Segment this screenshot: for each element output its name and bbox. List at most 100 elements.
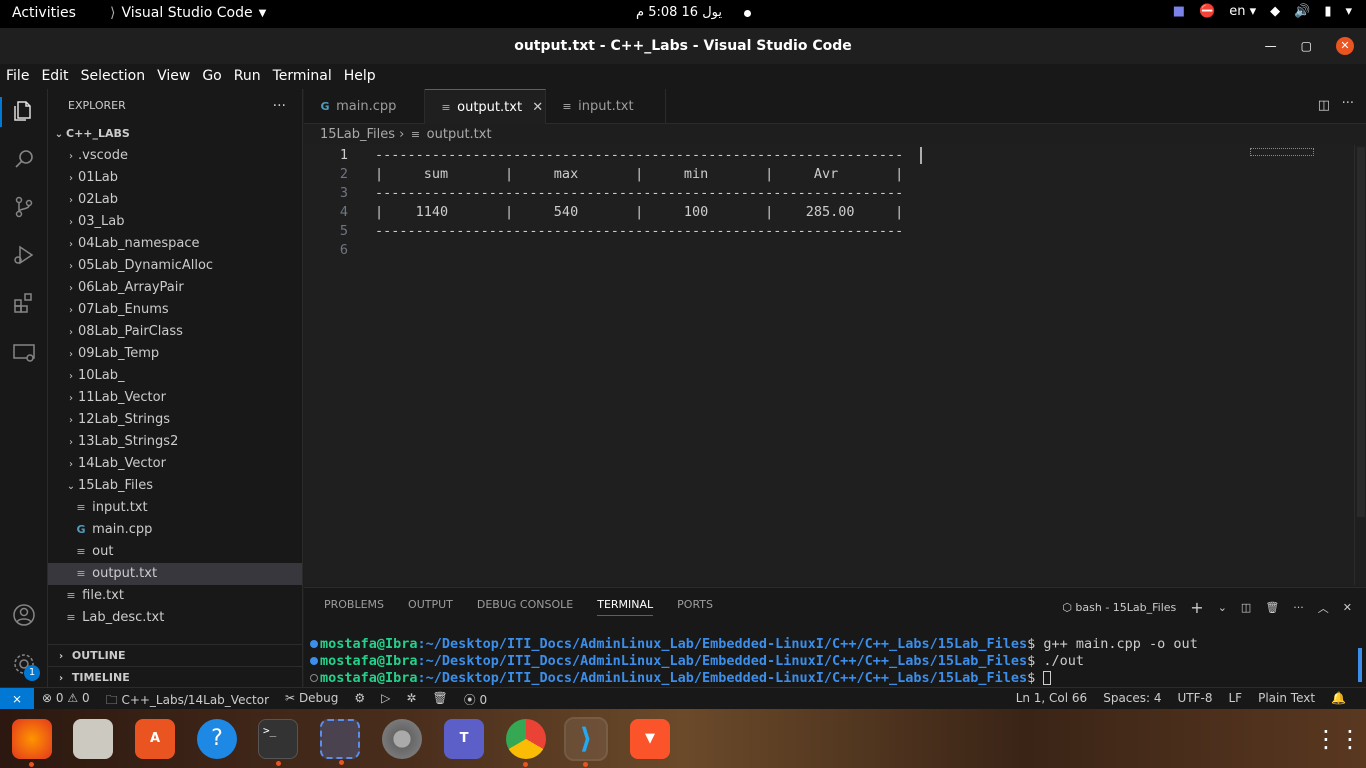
terminal-output[interactable]: mostafa@Ibra:~/Desktop/ITI_Docs/AdminLin… xyxy=(310,636,1198,687)
tab-input-txt[interactable]: ≡ input.txt xyxy=(546,89,666,124)
activities-button[interactable]: Activities xyxy=(12,5,76,21)
menu-terminal[interactable]: Terminal xyxy=(267,64,338,89)
terminal-app-icon[interactable]: >_ xyxy=(258,719,298,766)
more-actions-icon[interactable]: ··· xyxy=(273,89,286,123)
volume-icon[interactable]: 🔊 xyxy=(1294,4,1310,19)
tree-folder[interactable]: › 10Lab_ xyxy=(48,365,302,387)
close-panel-icon[interactable]: ✕ xyxy=(1343,601,1352,614)
chrome-icon[interactable] xyxy=(506,719,546,767)
search-icon[interactable] xyxy=(12,147,36,171)
source-control-icon[interactable] xyxy=(12,195,36,219)
tree-folder-15lab[interactable]: ⌄ 15Lab_Files xyxy=(48,475,302,497)
text-file-icon: ≡ xyxy=(562,100,572,113)
tree-file-output-txt[interactable]: ≡ output.txt xyxy=(48,563,302,585)
tree-folder[interactable]: › 13Lab_Strings2 xyxy=(48,431,302,453)
show-apps-icon[interactable]: ⋮⋮⋮ xyxy=(1314,719,1366,759)
remote-explorer-icon[interactable] xyxy=(12,341,36,365)
notifications-icon[interactable]: 🔔 xyxy=(1331,691,1346,705)
close-window-icon[interactable]: ✕ xyxy=(1336,37,1354,55)
menu-go[interactable]: Go xyxy=(196,64,227,89)
power-menu-icon[interactable]: ▾ xyxy=(1345,4,1352,19)
indentation[interactable]: Spaces: 4 xyxy=(1103,691,1161,705)
vscode-dock-icon[interactable]: ⟩ xyxy=(564,717,608,767)
chevron-down-icon[interactable]: ⌄ xyxy=(1218,601,1227,614)
more-actions-icon[interactable]: ··· xyxy=(1293,601,1304,614)
tab-output-txt[interactable]: ≡ output.txt ✕ xyxy=(425,89,546,124)
remote-indicator-icon[interactable]: ⨯ xyxy=(0,688,34,710)
menu-run[interactable]: Run xyxy=(228,64,267,89)
tree-folder[interactable]: › 08Lab_PairClass xyxy=(48,321,302,343)
teams-icon[interactable]: T xyxy=(444,719,484,759)
encoding[interactable]: UTF-8 xyxy=(1178,691,1213,705)
tab-main-cpp[interactable]: G main.cpp xyxy=(304,89,425,124)
breadcrumb-folder[interactable]: 15Lab_Files xyxy=(320,127,395,142)
tree-folder[interactable]: › 07Lab_Enums xyxy=(48,299,302,321)
trash-icon[interactable]: 🗑 xyxy=(1265,601,1279,614)
split-editor-icon[interactable]: ◫ xyxy=(1318,98,1330,113)
panel-tab-ports[interactable]: PORTS xyxy=(677,598,713,616)
tree-folder[interactable]: › 09Lab_Temp xyxy=(48,343,302,365)
tree-folder[interactable]: › 05Lab_DynamicAlloc xyxy=(48,255,302,277)
tree-folder[interactable]: › .vscode xyxy=(48,145,302,167)
text-editor[interactable]: 1 ---------------------------------------… xyxy=(304,145,1354,585)
close-tab-icon[interactable]: ✕ xyxy=(532,100,543,115)
editor-scrollbar[interactable] xyxy=(1354,145,1366,585)
tree-file-input-txt[interactable]: ≡ input.txt xyxy=(48,497,302,519)
battery-icon[interactable]: ▮ xyxy=(1324,4,1331,19)
app-center-icon[interactable]: A xyxy=(135,719,175,759)
explorer-icon[interactable] xyxy=(12,99,36,123)
panel-tab-debug-console[interactable]: DEBUG CONSOLE xyxy=(477,598,573,616)
help-icon[interactable]: ? xyxy=(197,719,237,759)
teams-tray-icon[interactable]: ■ xyxy=(1173,4,1185,19)
tree-folder[interactable]: › 14Lab_Vector xyxy=(48,453,302,475)
tree-folder[interactable]: › 03_Lab xyxy=(48,211,302,233)
breadcrumb-file[interactable]: output.txt xyxy=(427,127,492,142)
end-of-line[interactable]: LF xyxy=(1229,691,1243,705)
tree-folder[interactable]: › 04Lab_namespace xyxy=(48,233,302,255)
maximize-panel-icon[interactable]: ︿ xyxy=(1318,600,1329,616)
clock[interactable]: يول 16 5:08 م xyxy=(636,5,722,20)
settings-app-icon[interactable] xyxy=(382,719,422,759)
firefox-icon[interactable] xyxy=(12,719,52,767)
menu-file[interactable]: File xyxy=(0,64,35,89)
brave-icon[interactable]: ▼ xyxy=(630,719,670,759)
app-menu[interactable]: ⟩ Visual Studio Code ▼ xyxy=(110,5,266,21)
language-mode[interactable]: Plain Text xyxy=(1258,691,1315,705)
tree-folder[interactable]: › 02Lab xyxy=(48,189,302,211)
extensions-icon[interactable] xyxy=(12,291,36,315)
menu-help[interactable]: Help xyxy=(338,64,382,89)
menu-view[interactable]: View xyxy=(151,64,196,89)
terminal-scrollbar[interactable] xyxy=(1358,648,1362,682)
split-terminal-icon[interactable]: ◫ xyxy=(1241,601,1251,614)
screenshot-icon[interactable] xyxy=(320,719,360,765)
maximize-icon[interactable]: ▢ xyxy=(1301,28,1312,64)
outline-section[interactable]: › OUTLINE xyxy=(48,644,303,666)
new-terminal-icon[interactable]: + xyxy=(1190,598,1203,617)
account-icon[interactable] xyxy=(12,603,36,627)
menu-edit[interactable]: Edit xyxy=(35,64,74,89)
do-not-disturb-icon[interactable]: ⛔ xyxy=(1199,4,1215,19)
tree-file-file-txt[interactable]: ≡ file.txt xyxy=(48,585,302,607)
tree-folder[interactable]: › 11Lab_Vector xyxy=(48,387,302,409)
panel-tab-problems[interactable]: PROBLEMS xyxy=(324,598,384,616)
files-icon[interactable] xyxy=(73,719,113,759)
tree-folder[interactable]: › 06Lab_ArrayPair xyxy=(48,277,302,299)
more-actions-icon[interactable]: ··· xyxy=(1342,96,1354,111)
minimap[interactable] xyxy=(1250,148,1314,156)
tree-file-lab-desc[interactable]: ≡ Lab_desc.txt xyxy=(48,607,302,629)
workspace-root[interactable]: ⌄ C++_LABS xyxy=(48,123,302,145)
cursor-position[interactable]: Ln 1, Col 66 xyxy=(1016,691,1088,705)
menu-selection[interactable]: Selection xyxy=(75,64,152,89)
tree-file-out[interactable]: ≡ out xyxy=(48,541,302,563)
tree-folder[interactable]: › 12Lab_Strings xyxy=(48,409,302,431)
tree-file-main-cpp[interactable]: G main.cpp xyxy=(48,519,302,541)
terminal-selector[interactable]: ⬡ bash - 15Lab_Files xyxy=(1062,601,1176,614)
wifi-icon[interactable]: ◆ xyxy=(1270,4,1280,19)
tree-folder[interactable]: › 01Lab xyxy=(48,167,302,189)
timeline-section[interactable]: › TIMELINE xyxy=(48,666,303,688)
language-indicator[interactable]: en ▾ xyxy=(1229,4,1256,19)
minimize-icon[interactable]: — xyxy=(1265,28,1277,64)
panel-tab-terminal[interactable]: TERMINAL xyxy=(597,598,654,616)
run-debug-icon[interactable] xyxy=(12,243,36,267)
panel-tab-output[interactable]: OUTPUT xyxy=(408,598,453,616)
